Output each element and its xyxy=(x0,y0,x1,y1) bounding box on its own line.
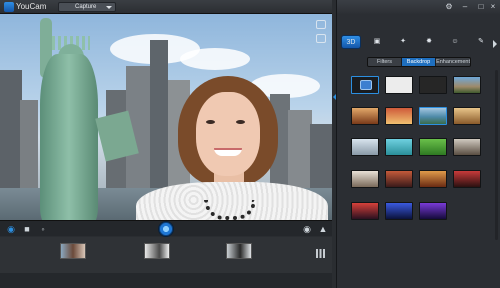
category-avatar-button[interactable]: ☺ xyxy=(445,35,465,49)
backdrop-tile[interactable] xyxy=(453,107,481,125)
person-eye-right xyxy=(236,120,245,124)
chevron-down-icon xyxy=(106,6,112,9)
backdrop-tile[interactable] xyxy=(419,138,447,156)
backdrop-tile[interactable] xyxy=(385,76,413,94)
person-smile xyxy=(214,148,242,156)
camera-preview xyxy=(0,14,332,220)
category-emotion-button[interactable]: ✸ xyxy=(419,35,439,49)
burst-mode-icon[interactable]: ◦ xyxy=(38,224,48,234)
category-3d-button[interactable]: 3D xyxy=(341,35,361,49)
backdrop-tile[interactable] xyxy=(385,202,413,220)
backdrop-import-button[interactable] xyxy=(351,76,379,94)
backdrop-tile[interactable] xyxy=(351,107,379,125)
mirror-icon[interactable] xyxy=(316,34,326,43)
camera-mode-icon[interactable]: ◉ xyxy=(6,224,16,234)
backdrop-tile[interactable] xyxy=(385,107,413,125)
category-frame-button[interactable]: ▣ xyxy=(367,35,387,49)
person-eye-left xyxy=(206,120,215,124)
tab-filters[interactable]: Filters xyxy=(368,58,403,66)
eye-icon[interactable]: ◉ xyxy=(302,224,312,234)
person-face xyxy=(196,92,260,176)
category-brush-button[interactable]: ✎ xyxy=(471,35,491,49)
gear-icon[interactable]: ⚙ xyxy=(445,3,453,11)
backdrop-tile[interactable] xyxy=(385,138,413,156)
backdrop-tile[interactable] xyxy=(453,138,481,156)
capture-thumbnail[interactable] xyxy=(144,243,170,259)
close-icon[interactable]: × xyxy=(489,3,497,11)
maximize-icon[interactable]: □ xyxy=(477,3,485,11)
app-title: YouCam xyxy=(16,2,47,11)
category-3d-label: 3D xyxy=(346,39,356,46)
capture-thumbnail[interactable] xyxy=(226,243,252,259)
filmstrip xyxy=(0,237,332,273)
backdrop-tile[interactable] xyxy=(453,76,481,94)
youcam-logo-icon xyxy=(4,2,14,12)
backdrop-tile[interactable] xyxy=(351,202,379,220)
capture-thumbnail[interactable] xyxy=(60,243,86,259)
backdrop-tile[interactable] xyxy=(419,76,447,94)
grid-view-icon[interactable] xyxy=(316,249,325,258)
backdrop-tile[interactable] xyxy=(351,138,379,156)
minimize-icon[interactable]: – xyxy=(461,3,469,11)
bottom-strip xyxy=(0,273,332,288)
video-mode-icon[interactable]: ■ xyxy=(22,224,32,234)
backdrop-tile-selected[interactable] xyxy=(419,107,447,125)
title-bar: YouCam Capture xyxy=(0,0,332,14)
panel-scrollbar[interactable] xyxy=(495,70,498,240)
backdrop-tile[interactable] xyxy=(385,170,413,188)
eraser-icon[interactable]: ▲ xyxy=(318,224,328,234)
tab-enhancement[interactable]: Enhancement xyxy=(436,58,470,66)
effect-category-bar: 3D ▣ ✦ ✸ ☺ ✎ xyxy=(337,33,500,51)
mode-dropdown[interactable]: Capture xyxy=(58,2,116,12)
fullscreen-icon[interactable] xyxy=(316,20,326,29)
effects-panel: ⚙ – □ × 3D ▣ ✦ ✸ ☺ ✎ Filters Backdrop En… xyxy=(336,0,500,288)
mode-dropdown-value: Capture xyxy=(75,4,97,10)
youcam-app: YouCam Capture ◉ ■ ◦ ◉ ▲ ⚙ – □ × 3D ▣ ✦ … xyxy=(0,0,500,288)
category-magic-button[interactable]: ✦ xyxy=(393,35,413,49)
backdrop-tile[interactable] xyxy=(419,170,447,188)
tab-backdrop[interactable]: Backdrop xyxy=(402,58,437,66)
statue-of-liberty xyxy=(40,54,98,220)
capture-button[interactable] xyxy=(158,221,174,237)
backdrop-tile[interactable] xyxy=(419,202,447,220)
effect-tabs: Filters Backdrop Enhancement xyxy=(367,57,471,67)
backdrop-tile[interactable] xyxy=(453,170,481,188)
panel-title-bar: ⚙ – □ × xyxy=(337,0,500,14)
backdrop-tile[interactable] xyxy=(351,170,379,188)
chevron-right-icon[interactable] xyxy=(493,40,497,48)
